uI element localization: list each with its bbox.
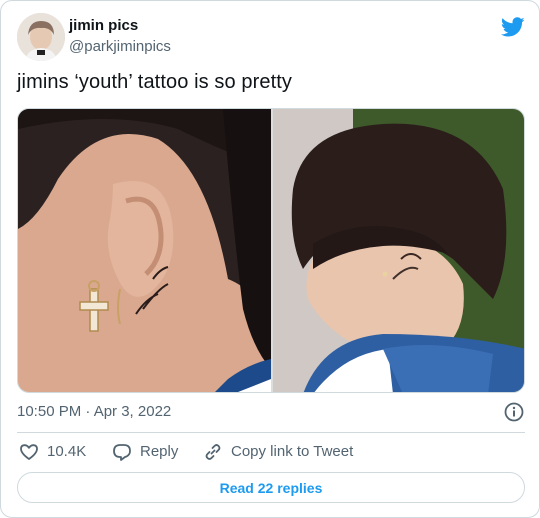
link-icon (205, 444, 221, 460)
like-count: 10.4K (47, 443, 87, 460)
avatar[interactable] (17, 13, 65, 61)
divider (17, 432, 525, 433)
read-replies-label: Read 22 replies (219, 479, 323, 496)
tweet-actions: 10.4K Reply Copy link to Tweet (17, 441, 525, 463)
tweet-header: jimin pics @parkjiminpics (17, 13, 525, 61)
photo-profile[interactable] (273, 109, 524, 392)
tweet-card: jimin pics @parkjiminpics jimins ‘youth’… (0, 0, 540, 518)
copy-link-button[interactable]: Copy link to Tweet (203, 441, 353, 463)
photo-ear-tattoo[interactable] (18, 109, 271, 392)
reply-label: Reply (140, 443, 179, 460)
heart-icon (20, 444, 38, 460)
like-button[interactable]: 10.4K (19, 441, 86, 463)
tweet-timestamp[interactable]: 10:50 PM · Apr 3, 2022 (17, 403, 171, 420)
twitter-bird-icon[interactable] (501, 15, 525, 39)
read-replies-button[interactable]: Read 22 replies (17, 472, 525, 503)
reply-bubble-icon (113, 444, 131, 461)
copy-link-label: Copy link to Tweet (231, 443, 354, 460)
reply-button[interactable]: Reply (112, 441, 178, 463)
tweet-media[interactable] (17, 108, 525, 393)
display-name[interactable]: jimin pics (69, 17, 138, 34)
info-icon[interactable] (503, 401, 525, 423)
user-handle[interactable]: @parkjiminpics (69, 38, 171, 55)
tweet-text: jimins ‘youth’ tattoo is so pretty (17, 71, 292, 93)
